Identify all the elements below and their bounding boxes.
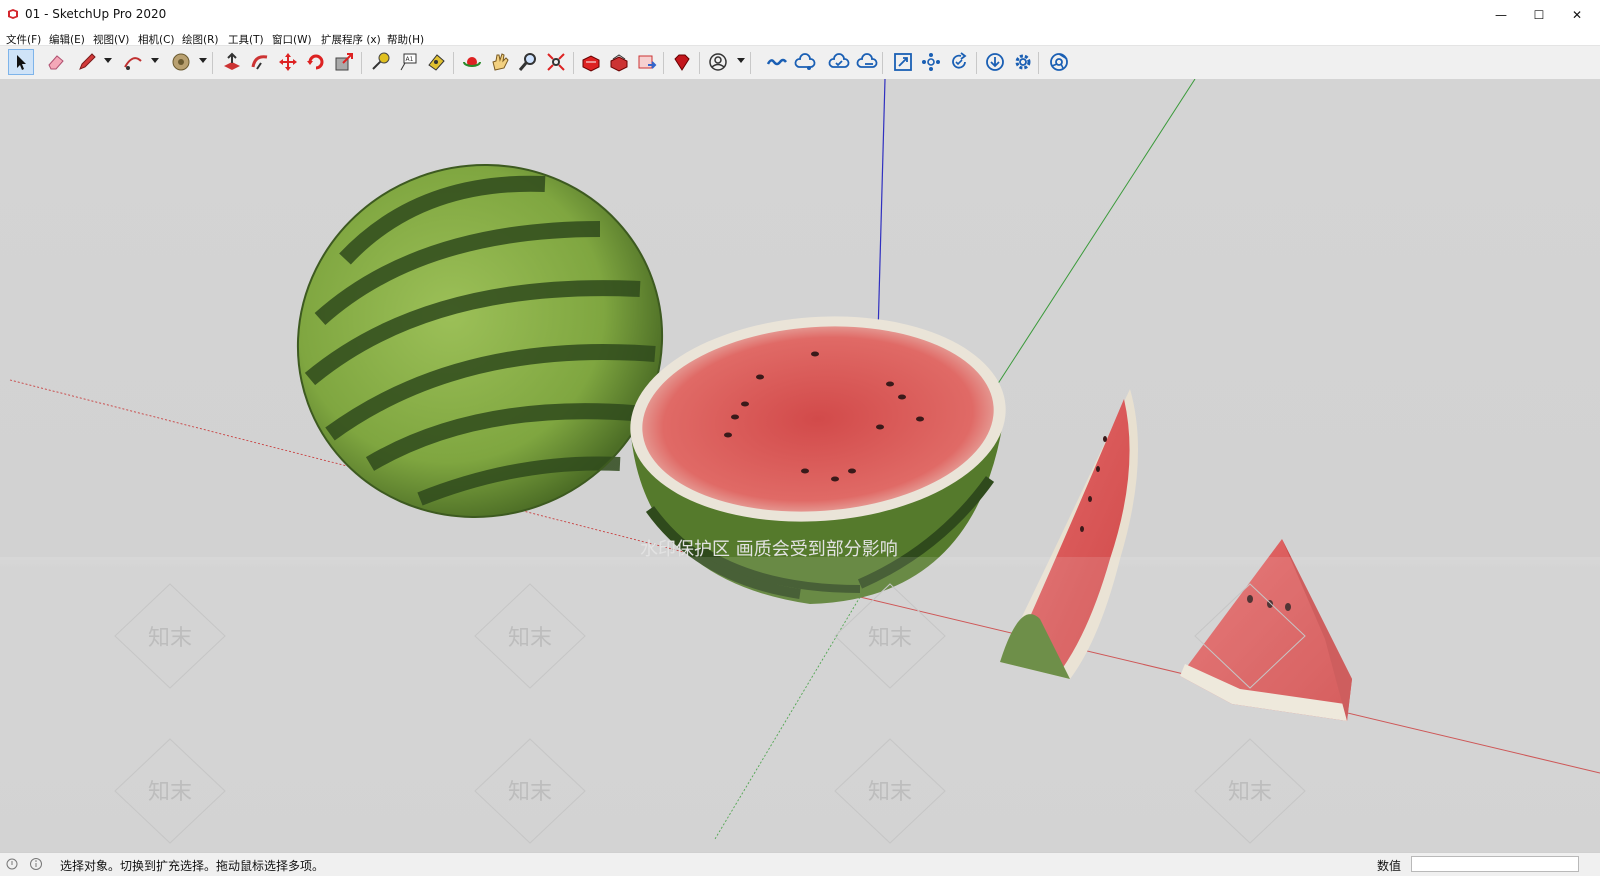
- pan-tool-button[interactable]: [487, 49, 513, 75]
- pencil-icon: [79, 53, 96, 70]
- watermark-brand-6: 知末: [868, 780, 912, 805]
- rotate-icon: [307, 54, 324, 70]
- watermark-brand-4: 知末: [148, 780, 192, 805]
- text-tool-button[interactable]: A1: [395, 49, 421, 75]
- cloud-check-button[interactable]: [826, 49, 852, 75]
- maximize-icon: ☐: [1533, 8, 1545, 22]
- chrome-icon: [1050, 53, 1068, 71]
- frame-icon: [894, 53, 912, 71]
- push-pull-tool-button[interactable]: [219, 49, 245, 75]
- settings-icon: [1015, 54, 1031, 70]
- download-icon: [986, 53, 1004, 71]
- minimize-button[interactable]: —: [1482, 0, 1520, 30]
- arc-dropdown-icon[interactable]: [151, 58, 159, 63]
- arc-tool-button[interactable]: [120, 49, 146, 75]
- extension-warehouse-button[interactable]: [606, 49, 632, 75]
- zoom-icon: [518, 53, 536, 71]
- account-dropdown-icon[interactable]: [737, 58, 745, 63]
- close-icon: ✕: [1571, 8, 1583, 22]
- select-icon: [17, 55, 26, 70]
- push-pull-icon: [224, 52, 240, 70]
- components-icon: [922, 53, 940, 71]
- watermark-brand-2: 知末: [508, 626, 552, 651]
- paint-bucket-icon: [172, 53, 190, 71]
- status-message: 选择对象。切换到扩充选择。拖动鼠标选择多项。: [60, 859, 325, 873]
- zoom-extents-icon: [547, 53, 565, 71]
- scale-tool-button[interactable]: [331, 49, 357, 75]
- measurements-input[interactable]: [1411, 856, 1579, 872]
- frame-button[interactable]: [890, 49, 916, 75]
- cloud-upload-icon: [856, 53, 878, 68]
- rotate-tool-button[interactable]: [303, 49, 329, 75]
- text-icon: A1: [400, 53, 417, 71]
- cloud-check-icon: [828, 53, 850, 68]
- ruby-console-icon: [674, 54, 690, 71]
- zoom-extents-tool-button[interactable]: [543, 49, 569, 75]
- layout-send-icon: [638, 55, 657, 69]
- measurements-label: 数值: [1377, 859, 1402, 873]
- paint-bucket-tool-button[interactable]: [168, 49, 194, 75]
- tape-measure-icon: [372, 52, 390, 70]
- scene-canvas: 水印保护区 画质会受到部分影响 知末 知末 知末 知末 知末 知末 知末: [0, 79, 1600, 852]
- cloud-share-button[interactable]: [792, 49, 818, 75]
- model-viewport[interactable]: 水印保护区 画质会受到部分影响 知末 知末 知末 知末 知末 知末 知末: [0, 79, 1600, 852]
- pencil-tool-button[interactable]: [74, 49, 100, 75]
- svg-text:A1: A1: [406, 56, 414, 63]
- chrome-button[interactable]: [1046, 49, 1072, 75]
- pan-icon: [492, 53, 509, 71]
- refresh-icon: [952, 52, 967, 69]
- watermark-brand-3: 知末: [868, 626, 912, 651]
- scale-icon: [335, 53, 353, 71]
- paint-icon: [428, 54, 445, 71]
- watermark-brand-1: 知末: [148, 626, 192, 651]
- eraser-icon: [48, 55, 64, 70]
- geo-location-icon[interactable]: [5, 857, 19, 871]
- move-tool-button[interactable]: [275, 49, 301, 75]
- close-button[interactable]: ✕: [1558, 0, 1596, 30]
- pencil-dropdown-icon[interactable]: [104, 58, 112, 63]
- select-tool-button[interactable]: [8, 49, 34, 75]
- move-icon: [279, 53, 297, 71]
- watermark-text: 水印保护区 画质会受到部分影响: [640, 539, 898, 560]
- sketchup-logo-icon: [8, 9, 18, 19]
- paint-dropdown-icon[interactable]: [199, 58, 207, 63]
- trimble-connect-icon: [766, 58, 787, 66]
- window-title: 01 - SketchUp Pro 2020: [25, 7, 167, 21]
- toolbar: A1: [0, 45, 1600, 80]
- cloud-upload-button[interactable]: [854, 49, 880, 75]
- trimble-connect-button[interactable]: [764, 49, 790, 75]
- extension-warehouse-icon: [610, 54, 628, 72]
- follow-me-tool-button[interactable]: [247, 49, 273, 75]
- refresh-button[interactable]: [946, 49, 972, 75]
- paint-tool-button[interactable]: [423, 49, 449, 75]
- follow-me-icon: [251, 55, 268, 70]
- minimize-icon: —: [1495, 8, 1507, 22]
- title-bar: 01 - SketchUp Pro 2020 — ☐ ✕: [0, 0, 1600, 31]
- watermark-brand-7: 知末: [1228, 780, 1272, 805]
- maximize-button[interactable]: ☐: [1520, 0, 1558, 30]
- tape-measure-tool-button[interactable]: [367, 49, 393, 75]
- orbit-tool-button[interactable]: [459, 49, 485, 75]
- status-bar: 选择对象。切换到扩充选择。拖动鼠标选择多项。 数值: [0, 852, 1600, 876]
- components-button[interactable]: [918, 49, 944, 75]
- arc-icon: [124, 57, 142, 70]
- account-icon: [709, 53, 727, 71]
- settings-button[interactable]: [1010, 49, 1036, 75]
- eraser-tool-button[interactable]: [43, 49, 69, 75]
- zoom-tool-button[interactable]: [515, 49, 541, 75]
- 3d-warehouse-button[interactable]: [578, 49, 604, 75]
- ruby-console-button[interactable]: [669, 49, 695, 75]
- send-to-layout-button[interactable]: [634, 49, 660, 75]
- account-button[interactable]: [705, 49, 731, 75]
- download-button[interactable]: [982, 49, 1008, 75]
- warehouse-icon: [582, 55, 600, 72]
- cloud-share-icon: [794, 53, 816, 70]
- whole-watermelon: [296, 164, 664, 518]
- watermark-brand-5: 知末: [508, 780, 552, 805]
- orbit-icon: [463, 57, 481, 67]
- info-icon[interactable]: [29, 857, 43, 871]
